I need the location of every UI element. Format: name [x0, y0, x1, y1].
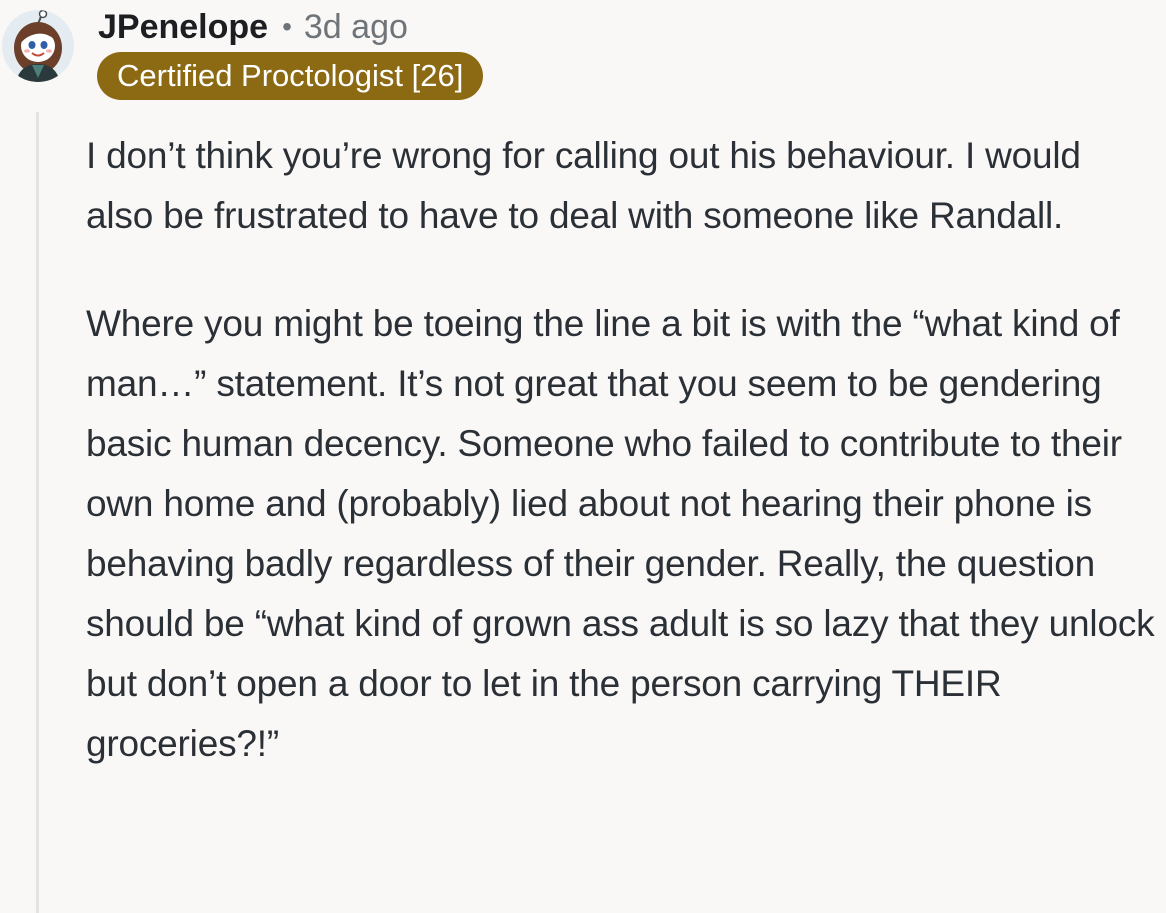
user-avatar-icon[interactable] [2, 10, 74, 82]
meta-separator: • [282, 11, 292, 42]
comment-paragraph: I don’t think you’re wrong for calling o… [86, 135, 1081, 236]
username-link[interactable]: JPenelope [98, 8, 268, 47]
thread-collapse-line[interactable] [36, 112, 39, 913]
comment-body: I don’t think you’re wrong for calling o… [86, 126, 1156, 774]
timestamp: 3d ago [303, 7, 408, 46]
comment-paragraph: Where you might be toeing the line a bit… [86, 303, 1155, 764]
snoo-avatar-icon [2, 10, 74, 82]
user-flair-badge[interactable]: Certified Proctologist [26] [97, 52, 484, 100]
comment-meta: JPenelope • 3d ago [98, 6, 408, 48]
comment: JPenelope • 3d ago Certified Proctologis… [0, 0, 1166, 913]
